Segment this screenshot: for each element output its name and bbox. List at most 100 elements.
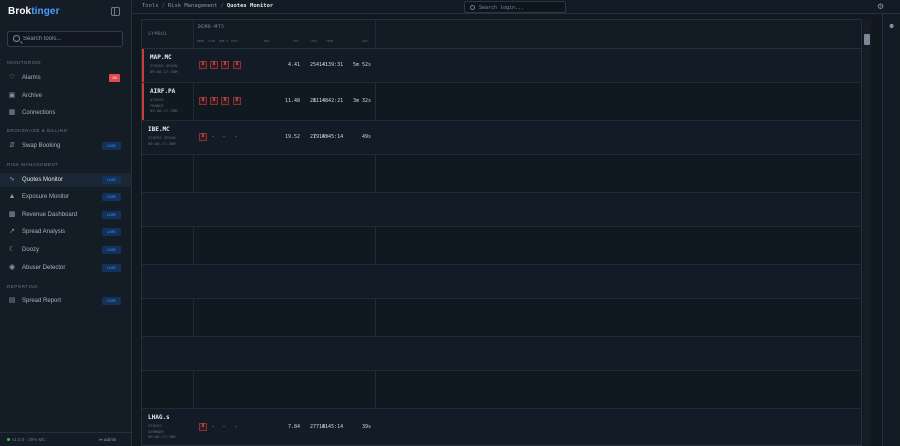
status-x-badge: X [199, 61, 207, 69]
table-row[interactable]: IBE.MC STOCKS SPAIN 09:00-17:30M X 19.52 … [142, 121, 861, 155]
table-row[interactable]: LHAG.s STOCKS GERMANY 09:00-17:30M X 7.84 … [142, 409, 861, 445]
empty-status-dash [212, 136, 214, 137]
connections-icon: ▦ [8, 109, 16, 116]
live-badge: LIVE [102, 264, 121, 272]
quote-age: 5m 52s [352, 62, 371, 68]
live-badge: LIVE [102, 176, 121, 184]
quote-age: 3m 32s [352, 98, 371, 104]
symbol-meta: STOCKS FRANCE 09:00-17:30M [150, 97, 178, 113]
search-icon [470, 5, 475, 10]
status-dot-icon [7, 438, 10, 442]
topbar: Tools/Risk Management/Quotes Monitor ⚙ [132, 0, 900, 14]
symbol-name: MAP.MC [150, 54, 172, 61]
symbol-meta: STOCKS SPAIN 09:00-17:30M [150, 63, 178, 74]
sidebar-footer: v1.0.0 · 20% MC ↦ admin [0, 432, 131, 446]
sidebar-item-spread-report[interactable]: ▤ Spread Report LIVE [0, 294, 131, 308]
live-badge: LIVE [102, 142, 121, 150]
live-badge: LIVE [102, 228, 121, 236]
status-x-badge: X [199, 97, 207, 105]
section-title-reporting: REPORTING [7, 284, 39, 289]
status-x-badge: X [221, 61, 229, 69]
symbol-cell: LHAG.s STOCKS GERMANY 09:00-17:30M [142, 409, 193, 445]
pulse-icon: ∿ [9, 176, 15, 183]
table-row[interactable]: MAP.MC STOCKS SPAIN 09:00-17:30M X X X X … [142, 49, 861, 83]
symbol-cell: MAP.MC STOCKS SPAIN 09:00-17:30M [142, 49, 193, 82]
status-x-badge: X [221, 97, 229, 105]
status-x-badge: X [199, 423, 207, 431]
symbol-name: LHAG.s [148, 414, 170, 421]
users-icon[interactable]: ☻ [888, 23, 895, 30]
user-menu[interactable]: ↦ admin [99, 437, 116, 443]
symbol-cell: IBE.MC STOCKS SPAIN 09:00-17:30M [142, 121, 193, 154]
symbol-column-header[interactable]: SYMBOL [148, 32, 168, 37]
detector-icon: ◉ [8, 264, 16, 271]
empty-status-dash [212, 426, 214, 427]
quote-age: 49s [361, 134, 371, 140]
live-badge: LIVE [102, 211, 121, 219]
section-title-monitoring: MONITORING [7, 60, 42, 65]
symbol-name: IBE.MC [148, 126, 170, 133]
app-root: Broktinger MONITORING ♡ Alarms 26 ▣ Arch… [0, 0, 900, 446]
empty-row [142, 371, 861, 409]
quote-time: 25 14:39:31 [310, 62, 344, 68]
sidebar-item-spread-analysis[interactable]: ↗ Spread Analysis LIVE [0, 225, 131, 239]
breadcrumb-tools[interactable]: Tools [142, 3, 159, 9]
breadcrumb-current: Quotes Monitor [226, 3, 274, 9]
sidebar-item-abuser-detector[interactable]: ◉ Abuser Detector LIVE [0, 261, 131, 275]
sidebar-item-revenue-dashboard[interactable]: ▩ Revenue Dashboard LIVE [0, 208, 131, 222]
sidebar-item-connections[interactable]: ▦ Connections [0, 106, 131, 120]
sidebar-item-archive[interactable]: ▣ Archive [0, 89, 131, 103]
swap-icon: ⇵ [9, 142, 15, 149]
breadcrumb-risk-management[interactable]: Risk Management [168, 3, 218, 9]
breadcrumb: Tools / Risk Management / Quotes Monitor [142, 3, 274, 9]
quote-age: 39s [361, 424, 371, 430]
tools-search-input[interactable] [23, 34, 119, 44]
empty-status-dash [235, 136, 237, 137]
collapse-sidebar-icon[interactable] [111, 7, 120, 16]
sidebar-item-alarms[interactable]: ♡ Alarms 26 [0, 71, 131, 85]
status-x-badge: X [233, 97, 241, 105]
bell-icon: ♡ [8, 74, 16, 81]
empty-status-dash [223, 136, 225, 137]
shield-icon: ▲ [8, 193, 16, 200]
archive-icon: ▣ [8, 92, 16, 99]
status-x-badge: X [233, 61, 241, 69]
live-badge: LIVE [102, 193, 121, 201]
sidebar-item-doozy[interactable]: ☾ Doozy LIVE [0, 243, 131, 257]
sidebar-item-exposure-monitor[interactable]: ▲ Exposure Monitor LIVE [0, 190, 131, 204]
symbol-meta: STOCKS SPAIN 09:00-17:30M [148, 135, 176, 146]
scrollbar-thumb[interactable] [864, 34, 870, 45]
brand-logo[interactable]: Broktinger [8, 6, 60, 17]
login-search-input[interactable] [479, 3, 563, 12]
status-x-badge: X [199, 133, 207, 141]
section-title-risk: RISK MANAGEMENT [7, 162, 59, 167]
chart-icon: ▩ [8, 211, 16, 218]
live-badge: LIVE [102, 246, 121, 254]
table-row[interactable]: AIRF.PA STOCKS FRANCE 09:00-17:30M X X X X… [142, 83, 861, 121]
tools-search [7, 31, 123, 47]
search-icon [13, 35, 20, 42]
alarms-count-badge: 26 [109, 74, 120, 82]
status-x-badge: X [210, 61, 218, 69]
symbol-cell: AIRF.PA STOCKS FRANCE 09:00-17:30M [142, 83, 193, 120]
moon-icon: ☾ [8, 246, 16, 253]
report-icon: ▤ [8, 297, 16, 304]
server-group-header: DEMO-MT5 [198, 25, 225, 30]
sidebar-item-swap-booking[interactable]: ⇵ Swap Booking LIVE [0, 139, 131, 153]
connection-status: v1.0.0 · 20% MC [7, 437, 46, 442]
empty-row [142, 155, 861, 193]
sidebar: Broktinger MONITORING ♡ Alarms 26 ▣ Arch… [0, 0, 132, 446]
quote-time: 27 14:45:14 [310, 424, 344, 430]
empty-row [142, 265, 861, 299]
symbol-name: AIRF.PA [150, 88, 176, 95]
empty-row [142, 227, 861, 265]
grid-scrollbar[interactable] [863, 19, 871, 446]
empty-row [142, 337, 861, 371]
gear-icon[interactable]: ⚙ [877, 2, 884, 11]
status-x-badge: X [210, 97, 218, 105]
empty-status-dash [235, 426, 237, 427]
sidebar-item-quotes-monitor[interactable]: ∿ Quotes Monitor LIVE [0, 173, 131, 187]
grid-header: SYMBOL DEMO-MT5 DEMO LIVE PRE-S POST BID… [142, 20, 861, 49]
live-badge: LIVE [102, 297, 121, 305]
quotes-grid: SYMBOL DEMO-MT5 DEMO LIVE PRE-S POST BID… [141, 19, 862, 446]
